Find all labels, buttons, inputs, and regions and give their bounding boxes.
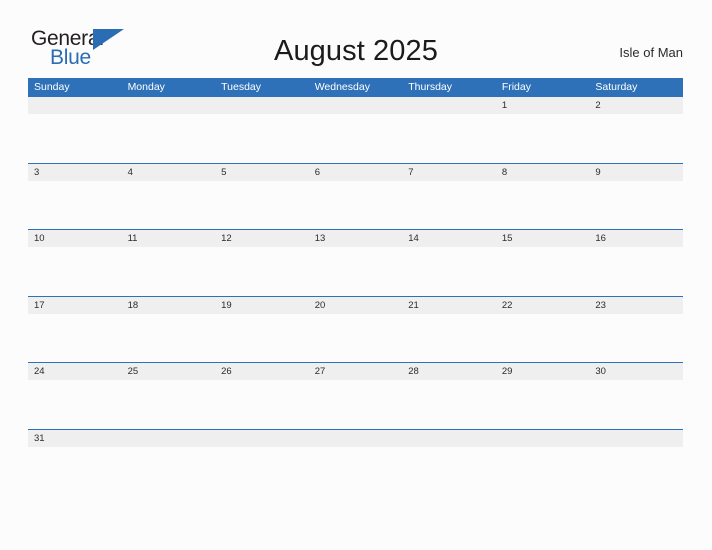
page-title: August 2025 — [274, 35, 438, 67]
week-notes-area[interactable] — [28, 114, 683, 162]
day-cell[interactable] — [122, 97, 216, 114]
logo-text-blue: Blue — [50, 46, 91, 69]
weekday-header-tuesday: Tuesday — [221, 81, 262, 93]
day-cell[interactable]: 21 — [402, 297, 496, 314]
day-cell[interactable] — [589, 430, 683, 447]
weekday-header-thursday: Thursday — [408, 81, 453, 93]
day-cell[interactable]: 17 — [28, 297, 122, 314]
week-daynum-band: 17 18 19 20 21 22 23 — [28, 296, 683, 314]
day-cell[interactable] — [28, 97, 122, 114]
day-cell[interactable]: 8 — [496, 164, 590, 181]
calendar-grid: Sunday Monday Tuesday Wednesday Thursday… — [28, 78, 683, 496]
day-cell[interactable]: 10 — [28, 230, 122, 247]
day-cell[interactable]: 30 — [589, 363, 683, 380]
week-row: 10 11 12 13 14 15 16 — [28, 229, 683, 296]
day-cell[interactable] — [496, 430, 590, 447]
day-cell[interactable] — [402, 430, 496, 447]
day-cell[interactable]: 22 — [496, 297, 590, 314]
day-cell[interactable] — [402, 97, 496, 114]
day-cell[interactable]: 29 — [496, 363, 590, 380]
week-notes-area[interactable] — [28, 446, 683, 495]
week-daynum-band: 1 2 — [28, 97, 683, 114]
day-cell[interactable]: 13 — [309, 230, 403, 247]
day-cell[interactable]: 26 — [215, 363, 309, 380]
week-row: 1 2 — [28, 96, 683, 163]
locale-label: Isle of Man — [619, 45, 683, 60]
week-notes-area[interactable] — [28, 313, 683, 362]
weekday-header-sunday: Sunday — [34, 81, 70, 93]
day-cell[interactable]: 7 — [402, 164, 496, 181]
day-cell[interactable]: 2 — [589, 97, 683, 114]
day-cell[interactable]: 5 — [215, 164, 309, 181]
weekday-header-saturday: Saturday — [595, 81, 638, 93]
day-cell[interactable]: 3 — [28, 164, 122, 181]
week-daynum-band: 24 25 26 27 28 29 30 — [28, 363, 683, 381]
weekday-header-row: Sunday Monday Tuesday Wednesday Thursday… — [28, 78, 683, 96]
day-cell[interactable]: 23 — [589, 297, 683, 314]
day-cell[interactable]: 19 — [215, 297, 309, 314]
week-row: 3 4 5 6 7 8 9 — [28, 162, 683, 230]
day-cell[interactable]: 4 — [122, 164, 216, 181]
week-daynum-band: 3 4 5 6 7 8 9 — [28, 163, 683, 181]
day-cell[interactable]: 6 — [309, 164, 403, 181]
week-notes-area[interactable] — [28, 380, 683, 429]
day-cell[interactable]: 14 — [402, 230, 496, 247]
week-daynum-band: 31 — [28, 429, 683, 447]
weekday-header-friday: Friday — [501, 81, 531, 93]
week-row: 31 — [28, 428, 683, 496]
triangle-flag-icon — [93, 29, 124, 50]
week-notes-area[interactable] — [28, 247, 683, 296]
day-cell[interactable]: 27 — [309, 363, 403, 380]
day-cell[interactable] — [122, 430, 216, 447]
day-cell[interactable] — [215, 430, 309, 447]
day-cell[interactable]: 11 — [122, 230, 216, 247]
day-cell[interactable]: 24 — [28, 363, 122, 380]
page-header: General Blue August 2025 Isle of Man — [0, 0, 712, 78]
day-cell[interactable]: 9 — [589, 164, 683, 181]
day-cell[interactable]: 25 — [122, 363, 216, 380]
weekday-header-wednesday: Wednesday — [314, 81, 370, 93]
day-cell[interactable]: 12 — [215, 230, 309, 247]
week-row: 24 25 26 27 28 29 30 — [28, 362, 683, 429]
day-cell[interactable]: 31 — [28, 430, 122, 447]
general-blue-logo[interactable]: General Blue — [31, 28, 127, 72]
day-cell[interactable] — [309, 430, 403, 447]
day-cell[interactable]: 28 — [402, 363, 496, 380]
week-row: 17 18 19 20 21 22 23 — [28, 295, 683, 363]
day-cell[interactable] — [309, 97, 403, 114]
day-cell[interactable]: 20 — [309, 297, 403, 314]
day-cell[interactable] — [215, 97, 309, 114]
week-daynum-band: 10 11 12 13 14 15 16 — [28, 230, 683, 248]
day-cell[interactable]: 15 — [496, 230, 590, 247]
weekday-header-monday: Monday — [127, 81, 165, 93]
week-notes-area[interactable] — [28, 180, 683, 229]
day-cell[interactable]: 1 — [496, 97, 590, 114]
day-cell[interactable]: 16 — [589, 230, 683, 247]
day-cell[interactable]: 18 — [122, 297, 216, 314]
